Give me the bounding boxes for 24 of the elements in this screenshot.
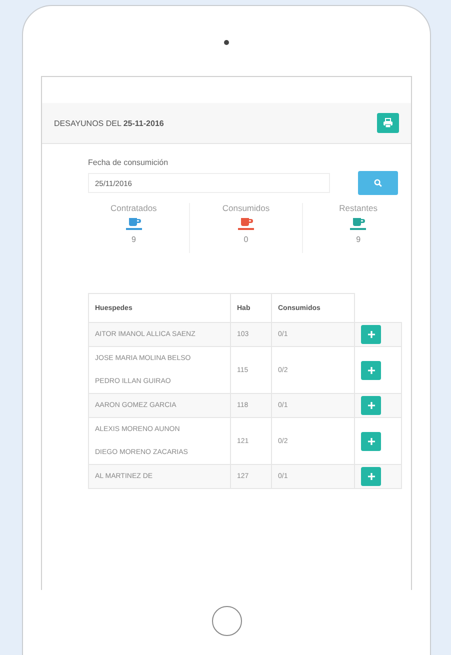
add-button[interactable] <box>361 360 381 380</box>
stat-value: 0 <box>244 235 248 244</box>
plus-icon <box>368 366 374 374</box>
print-icon <box>383 118 393 128</box>
date-label: Fecha de consumición <box>88 158 170 167</box>
search-button[interactable] <box>358 171 398 195</box>
stat-label: Contratados <box>110 203 157 213</box>
add-button[interactable] <box>361 396 381 415</box>
stat-value: 9 <box>131 235 136 244</box>
add-button[interactable] <box>361 467 381 486</box>
stat-label: Consumidos <box>222 203 270 213</box>
page-title: DESAYUNOS DEL 25-11-2016 <box>54 118 164 128</box>
print-button[interactable] <box>377 113 399 133</box>
plus-icon <box>368 473 374 480</box>
stat-label: Restantes <box>339 203 378 213</box>
plus-icon <box>368 331 374 338</box>
stat-value: 9 <box>356 235 361 244</box>
plus-icon <box>368 438 374 444</box>
home-button[interactable] <box>212 606 242 636</box>
add-button[interactable] <box>361 432 381 450</box>
add-button[interactable] <box>361 325 381 344</box>
search-icon <box>374 179 382 187</box>
camera-icon <box>224 40 229 45</box>
plus-icon <box>368 402 374 409</box>
